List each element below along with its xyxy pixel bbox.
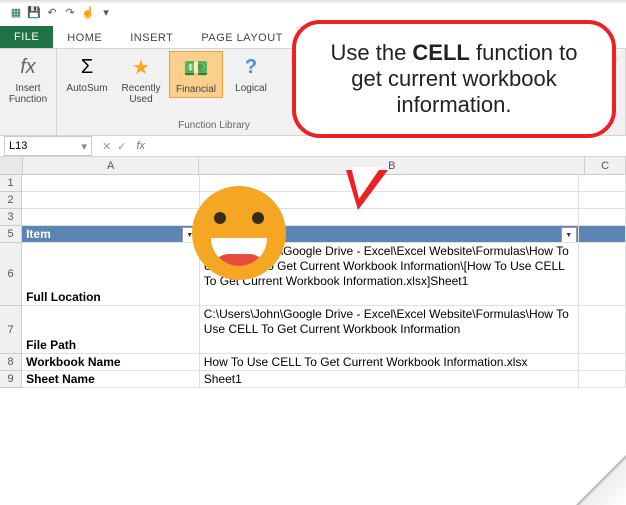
cell[interactable] — [579, 209, 626, 226]
fx-icon: fx — [14, 53, 42, 81]
row-header[interactable]: 6 — [0, 243, 22, 306]
function-library-label: Function Library — [178, 120, 250, 133]
row-header[interactable]: 2 — [0, 192, 22, 209]
col-header-b[interactable]: B — [199, 157, 585, 175]
emoji-face-icon — [192, 186, 286, 280]
cell[interactable] — [22, 192, 200, 209]
redo-icon[interactable]: ↷ — [62, 4, 78, 20]
cell-value[interactable]: C:\Users\John\Google Drive - Excel\Excel… — [200, 306, 579, 354]
cell[interactable] — [22, 175, 200, 192]
tab-file[interactable]: FILE — [0, 26, 53, 48]
header-item[interactable]: Item▼ — [22, 226, 200, 243]
cell[interactable] — [579, 243, 626, 306]
financial-button[interactable]: 💵 Financial — [169, 51, 223, 98]
excel-icon[interactable]: ▦ — [8, 4, 24, 20]
cell-value[interactable]: Sheet1 — [200, 371, 579, 388]
money-icon: 💵 — [182, 54, 210, 82]
filter-icon[interactable]: ▼ — [561, 227, 577, 243]
select-all-corner[interactable] — [0, 157, 23, 175]
tab-page-layout[interactable]: PAGE LAYOUT — [187, 28, 297, 48]
row-header[interactable]: 7 — [0, 306, 22, 354]
insert-function-button[interactable]: fx Insert Function — [2, 51, 54, 107]
cell-value[interactable]: How To Use CELL To Get Current Workbook … — [200, 354, 579, 371]
cell-label[interactable]: Sheet Name — [22, 371, 200, 388]
callout-bubble: Use the CELL function to get current wor… — [292, 20, 616, 138]
cell[interactable] — [579, 192, 626, 209]
cell[interactable] — [579, 371, 626, 388]
formula-bar: L13▾ ✕ ✓ fx — [0, 136, 626, 157]
row-header[interactable]: 1 — [0, 175, 22, 192]
enter-icon[interactable]: ✓ — [117, 140, 126, 153]
cell[interactable] — [579, 306, 626, 354]
tab-home[interactable]: HOME — [53, 28, 116, 48]
star-icon: ★ — [127, 53, 155, 81]
cell[interactable] — [579, 226, 626, 243]
save-icon[interactable]: 💾 — [26, 4, 42, 20]
cell[interactable] — [22, 209, 200, 226]
cell-label[interactable]: Workbook Name — [22, 354, 200, 371]
formula-input[interactable] — [149, 137, 626, 155]
fx-label[interactable]: fx — [132, 140, 149, 152]
question-icon: ? — [237, 53, 265, 81]
name-box[interactable]: L13▾ — [4, 136, 92, 156]
col-header-a[interactable]: A — [23, 157, 199, 175]
autosum-button[interactable]: Σ AutoSum — [61, 51, 113, 96]
tab-insert[interactable]: INSERT — [116, 28, 187, 48]
cell[interactable] — [579, 354, 626, 371]
sigma-icon: Σ — [73, 53, 101, 81]
touch-mode-icon[interactable]: ☝ — [80, 4, 96, 20]
row-header[interactable]: 5 — [0, 226, 22, 243]
page-curl-decoration — [576, 455, 626, 505]
row-header[interactable]: 9 — [0, 371, 22, 388]
cancel-icon[interactable]: ✕ — [102, 140, 111, 153]
worksheet-grid: A B C 1 2 3 5 Item▼ Result▼ 6 Full Locat… — [0, 157, 626, 388]
undo-icon[interactable]: ↶ — [44, 4, 60, 20]
col-header-c[interactable]: C — [585, 157, 626, 175]
cell[interactable] — [579, 175, 626, 192]
qat-dropdown-icon[interactable]: ▾ — [98, 4, 114, 20]
logical-button[interactable]: ? Logical — [225, 51, 277, 96]
row-header[interactable]: 3 — [0, 209, 22, 226]
cell-label[interactable]: File Path — [22, 306, 200, 354]
recently-used-button[interactable]: ★ Recently Used — [115, 51, 167, 107]
cell-label[interactable]: Full Location — [22, 243, 200, 306]
row-header[interactable]: 8 — [0, 354, 22, 371]
